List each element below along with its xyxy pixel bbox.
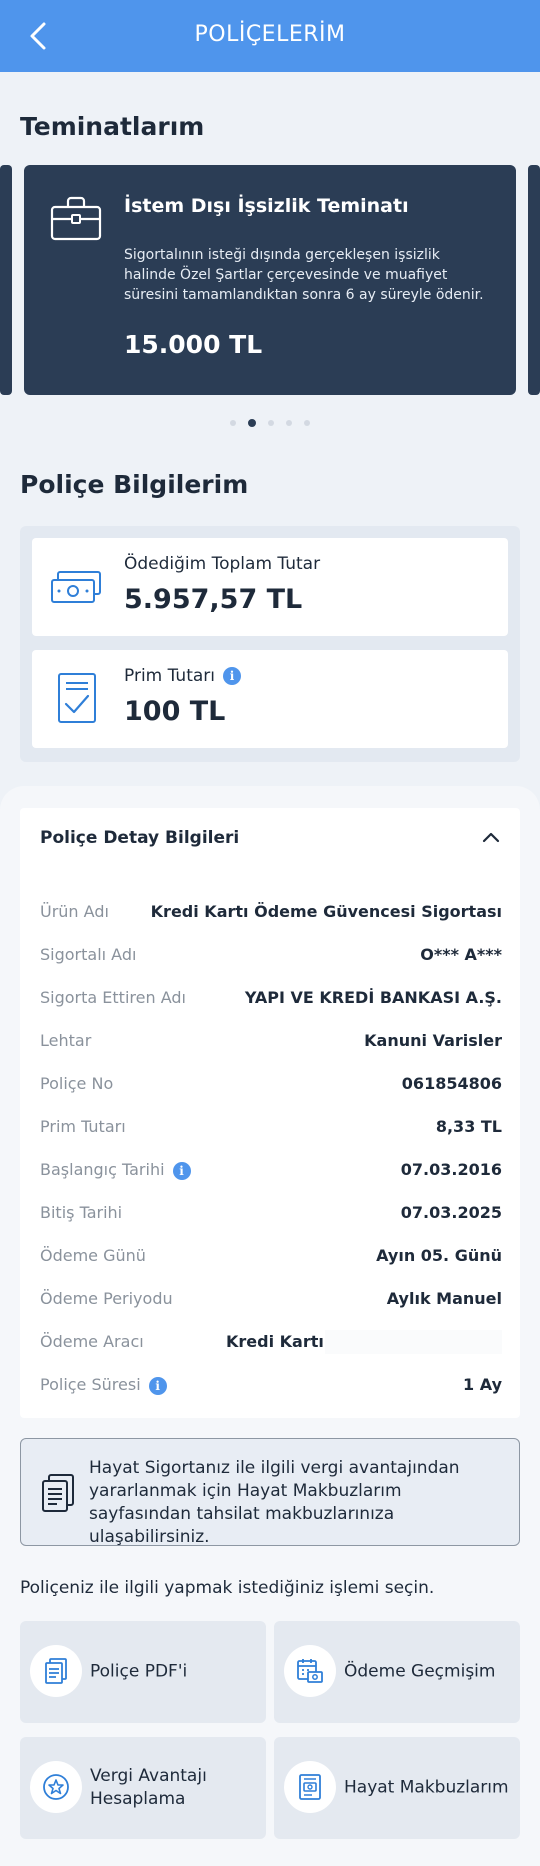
carousel-dot[interactable] (268, 420, 274, 426)
app-header: POLİÇELERİM (0, 0, 540, 72)
detail-value: 07.03.2025 (400, 1203, 502, 1222)
detail-key-text: Başlangıç Tarihi (40, 1160, 165, 1179)
receipt-document-icon (42, 1474, 74, 1512)
carousel-dot[interactable] (304, 420, 310, 426)
carousel-dot[interactable] (286, 420, 292, 426)
detail-key: Sigortalı Adı (40, 945, 137, 964)
detail-key: Başlangıç Tarihi i (40, 1160, 191, 1180)
coverage-amount: 15.000 TL (124, 330, 263, 359)
detail-value: Kredi Kartı - (226, 1332, 337, 1351)
detail-row-payment-method: Ödeme Aracı Kredi Kartı - (40, 1328, 502, 1358)
detail-key: Sigorta Ettiren Adı (40, 988, 186, 1007)
chevron-up-icon[interactable] (482, 830, 500, 844)
notice-text: Hayat Sigortanız ile ilgili vergi avanta… (89, 1458, 460, 1547)
premium-value: 100 TL (124, 696, 226, 727)
detail-row-policyholder: Sigorta Ettiren Adı YAPI VE KREDİ BANKAS… (40, 984, 502, 1014)
star-badge-icon (43, 1774, 69, 1800)
detail-row-policy-no: Poliçe No 061854806 (40, 1070, 502, 1100)
detail-key: Ödeme Periyodu (40, 1289, 173, 1308)
money-icon (51, 571, 101, 603)
carousel-indicator (0, 419, 540, 427)
tile-label: Vergi Avantajı Hesaplama (90, 1766, 207, 1809)
coverage-title: İstem Dışı İşsizlik Teminatı (124, 195, 409, 217)
detail-row-beneficiary: Lehtar Kanuni Varisler (40, 1027, 502, 1057)
detail-key: Poliçe Süresi i (40, 1375, 167, 1395)
masked-card-number (325, 1330, 502, 1354)
detail-row-start-date: Başlangıç Tarihi i 07.03.2016 (40, 1156, 502, 1186)
coverage-card[interactable]: İstem Dışı İşsizlik Teminatı Sigortalını… (24, 165, 516, 395)
icon-circle (284, 1645, 336, 1697)
detail-row-product: Ürün Adı Kredi Kartı Ödeme Güvencesi Sig… (40, 898, 502, 928)
icon-circle (284, 1761, 336, 1813)
tile-label: Poliçe PDF'i (90, 1661, 188, 1682)
detail-key: Bitiş Tarihi (40, 1203, 123, 1222)
detail-key: Poliçe No (40, 1074, 114, 1093)
coverages-heading: Teminatlarım (20, 112, 205, 141)
info-icon[interactable]: i (172, 1161, 191, 1180)
icon-circle (30, 1645, 82, 1697)
total-paid-card: Ödediğim Toplam Tutar 5.957,57 TL (32, 538, 508, 636)
policy-detail-heading[interactable]: Poliçe Detay Bilgileri (40, 828, 239, 848)
detail-row-payment-day: Ödeme Günü Ayın 05. Günü (40, 1242, 502, 1272)
tile-label: Hayat Makbuzlarım (344, 1777, 509, 1798)
tax-advantage-calc-button[interactable]: Vergi Avantajı Hesaplama (20, 1737, 266, 1839)
detail-value: Kredi Kartı Ödeme Güvencesi Sigortası (150, 902, 502, 921)
document-check-icon (58, 673, 96, 723)
detail-key: Ödeme Günü (40, 1246, 146, 1265)
detail-value: Aylık Manuel (386, 1289, 502, 1308)
detail-value: 1 Ay (463, 1375, 502, 1394)
icon-circle (30, 1761, 82, 1813)
info-icon[interactable]: i (223, 667, 242, 685)
actions-prompt: Poliçeniz ile ilgili yapmak istediğiniz … (20, 1578, 435, 1598)
policy-detail-panel: Poliçe Detay Bilgileri Ürün Adı Kredi Ka… (20, 808, 520, 1418)
premium-label: Prim Tutarı i (124, 666, 242, 686)
info-icon[interactable]: i (148, 1376, 167, 1395)
pdf-document-icon (45, 1658, 67, 1684)
detail-value: 07.03.2016 (400, 1160, 502, 1179)
detail-value: YAPI VE KREDİ BANKASI A.Ş. (244, 988, 502, 1007)
detail-key: Ödeme Aracı (40, 1332, 144, 1351)
total-paid-value: 5.957,57 TL (124, 584, 303, 615)
detail-key: Ürün Adı (40, 902, 109, 921)
policy-pdf-button[interactable]: Poliçe PDF'i (20, 1621, 266, 1723)
calendar-money-icon (297, 1659, 323, 1683)
carousel-card-next[interactable] (528, 165, 540, 395)
detail-row-policy-duration: Poliçe Süresi i 1 Ay (40, 1371, 502, 1401)
carousel-dot-active[interactable] (248, 419, 256, 427)
life-receipts-button[interactable]: Hayat Makbuzlarım (274, 1737, 520, 1839)
detail-value: 061854806 (401, 1074, 502, 1093)
premium-label-text: Prim Tutarı (124, 666, 216, 686)
detail-key-text: Poliçe Süresi (40, 1375, 141, 1394)
detail-key: Prim Tutarı (40, 1117, 126, 1136)
payment-history-button[interactable]: Ödeme Geçmişim (274, 1621, 520, 1723)
detail-key: Lehtar (40, 1031, 92, 1050)
premium-card: Prim Tutarı i 100 TL (32, 650, 508, 748)
policy-info-panel: Ödediğim Toplam Tutar 5.957,57 TL Prim T… (20, 526, 520, 762)
page-title: POLİÇELERİM (194, 22, 346, 47)
detail-row-payment-period: Ödeme Periyodu Aylık Manuel (40, 1285, 502, 1315)
receipt-icon (299, 1774, 321, 1800)
carousel-card-prev[interactable] (0, 165, 12, 395)
total-paid-label: Ödediğim Toplam Tutar (124, 554, 321, 574)
policy-info-heading: Poliçe Bilgilerim (20, 470, 249, 499)
detail-value: 8,33 TL (435, 1117, 502, 1136)
detail-row-insured: Sigortalı Adı O*** A*** (40, 941, 502, 971)
detail-value: O*** A*** (420, 945, 502, 964)
briefcase-icon (50, 196, 102, 241)
detail-value: Kanuni Varisler (364, 1031, 502, 1050)
coverage-description: Sigortalının isteği dışında gerçekleşen … (124, 247, 484, 303)
carousel-dot[interactable] (230, 420, 236, 426)
detail-row-end-date: Bitiş Tarihi 07.03.2025 (40, 1199, 502, 1229)
tax-advantage-notice: Hayat Sigortanız ile ilgili vergi avanta… (20, 1438, 520, 1547)
detail-value: Ayın 05. Günü (376, 1246, 502, 1265)
tile-label: Ödeme Geçmişim (344, 1661, 496, 1682)
detail-row-premium: Prim Tutarı 8,33 TL (40, 1113, 502, 1143)
